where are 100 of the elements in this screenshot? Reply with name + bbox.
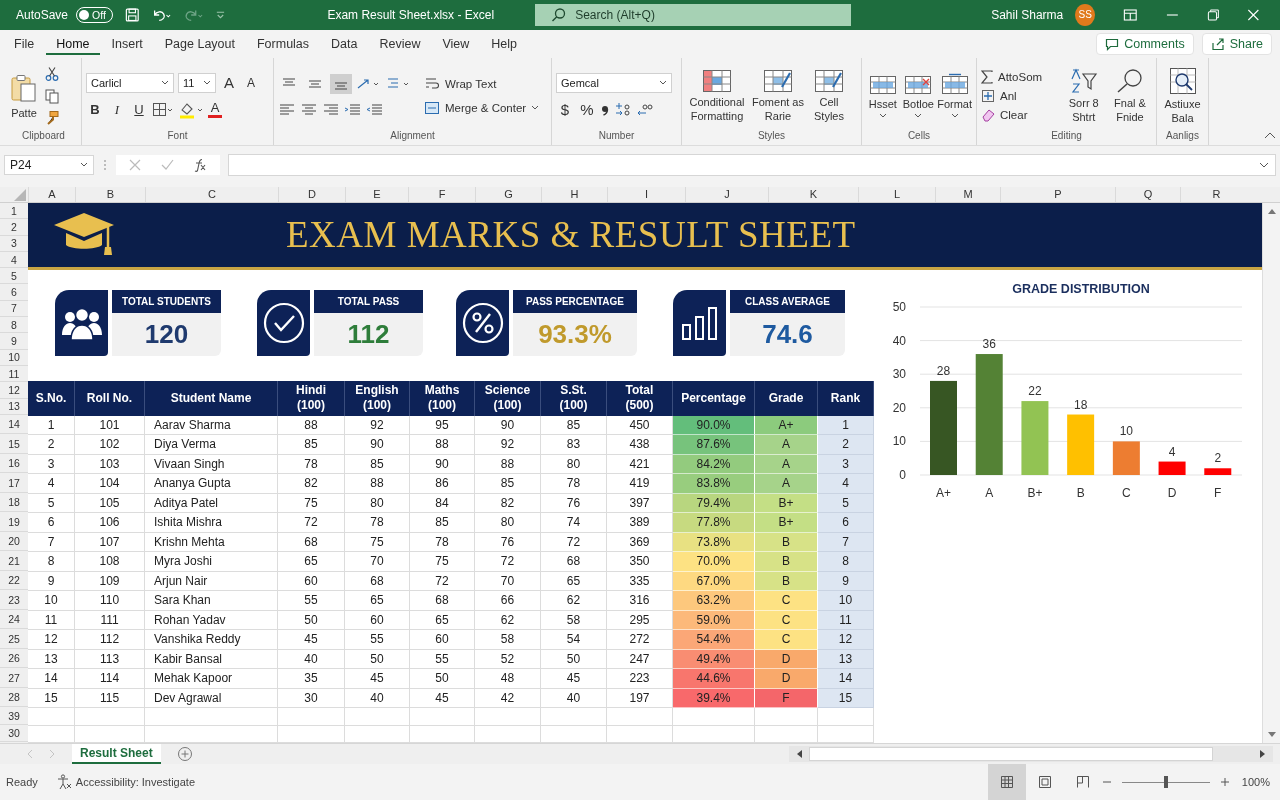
font-color-button[interactable]: A — [208, 101, 222, 119]
name-box[interactable]: P24 — [4, 155, 94, 176]
ribbon-tab[interactable]: Help — [481, 32, 528, 55]
bold-button[interactable]: B — [86, 102, 104, 118]
column-header[interactable]: Q — [1115, 187, 1180, 202]
close-icon[interactable] — [1247, 7, 1260, 22]
horizontal-scrollbar[interactable] — [788, 746, 1273, 762]
empty-cell[interactable] — [410, 708, 475, 726]
column-header[interactable]: A — [28, 187, 75, 202]
row-number[interactable]: 16 — [0, 453, 28, 474]
styles-button[interactable]: Foment as Rarie — [750, 68, 806, 123]
row-number[interactable]: 23 — [0, 590, 28, 610]
row-number[interactable]: 9 — [0, 333, 28, 350]
increase-decimal-icon[interactable] — [614, 101, 632, 118]
scroll-up-icon[interactable] — [1266, 207, 1277, 215]
collapse-icon[interactable] — [1264, 131, 1276, 140]
shrink-font-button[interactable]: A — [242, 75, 260, 90]
empty-cell[interactable] — [75, 708, 145, 726]
column-header[interactable]: H — [541, 187, 607, 202]
styles-button[interactable]: Conditional Formatting — [686, 68, 748, 123]
empty-cell[interactable] — [145, 708, 278, 726]
cancel-icon[interactable] — [128, 158, 142, 173]
column-header[interactable]: K — [768, 187, 858, 202]
restore-icon[interactable] — [1206, 7, 1220, 22]
comments-button[interactable]: Comments — [1096, 32, 1194, 55]
save-icon[interactable] — [124, 6, 140, 23]
row-number[interactable]: 27 — [0, 668, 28, 688]
ribbon-tab[interactable]: Formulas — [246, 32, 320, 55]
zoom-in-icon[interactable] — [1219, 777, 1230, 787]
column-header[interactable]: G — [475, 187, 541, 202]
ribbon-tab[interactable]: View — [432, 32, 480, 55]
add-sheet-icon[interactable] — [176, 746, 193, 762]
row-number[interactable]: 19 — [0, 512, 28, 532]
empty-cell[interactable] — [475, 708, 541, 726]
ribbon-tab[interactable]: Review — [369, 32, 431, 55]
font-name-field[interactable]: Carlicl — [86, 72, 174, 93]
row-number[interactable]: 24 — [0, 609, 28, 630]
scroll-right-icon[interactable] — [1258, 749, 1267, 759]
ribbon-tab[interactable]: Home — [46, 32, 100, 55]
row-number[interactable]: 30 — [0, 724, 28, 743]
row-number[interactable]: 28 — [0, 687, 28, 708]
column-header[interactable]: D — [278, 187, 345, 202]
row-number[interactable]: 17 — [0, 473, 28, 493]
row-number[interactable]: 22 — [0, 570, 28, 591]
decrease-decimal-icon[interactable] — [636, 101, 654, 118]
scroll-down-icon[interactable] — [1266, 731, 1277, 739]
empty-cell[interactable] — [607, 708, 673, 726]
row-number[interactable]: 15 — [0, 434, 28, 454]
column-header[interactable]: J — [685, 187, 768, 202]
percent-button[interactable]: % — [578, 101, 596, 119]
find-select-button[interactable]: Fnal & Fnide — [1107, 67, 1152, 124]
font-size-field[interactable]: 11 — [178, 72, 216, 93]
column-header[interactable]: I — [607, 187, 685, 202]
zoom-thumb[interactable] — [1163, 776, 1168, 788]
row-number[interactable]: 25 — [0, 629, 28, 649]
styles-button[interactable]: Cell Styles — [808, 68, 850, 123]
align-icon[interactable] — [300, 101, 318, 118]
align-icon[interactable] — [322, 101, 340, 118]
share-button[interactable]: Share — [1201, 32, 1272, 55]
copy-icon[interactable] — [44, 87, 60, 104]
empty-cell[interactable] — [278, 708, 345, 726]
row-number[interactable]: 8 — [0, 317, 28, 334]
column-header[interactable]: F — [408, 187, 475, 202]
row-number[interactable]: 7 — [0, 300, 28, 318]
fill-button[interactable]: Anl — [981, 88, 1060, 103]
column-header[interactable]: E — [345, 187, 408, 202]
row-number[interactable]: 6 — [0, 284, 28, 301]
merge-center-button[interactable]: Merge & Conter — [424, 99, 540, 116]
vertical-scrollbar[interactable] — [1262, 203, 1280, 743]
empty-cell[interactable] — [345, 708, 410, 726]
empty-cell[interactable] — [755, 708, 818, 726]
search-field[interactable]: Search (Alt+Q) — [535, 3, 852, 26]
align-button[interactable] — [330, 73, 352, 94]
empty-cell[interactable] — [818, 708, 874, 726]
borders-icon[interactable] — [152, 101, 174, 118]
ribbon-tab[interactable]: Data — [321, 32, 368, 55]
addin-button[interactable]: Astiuxe Bala — [1161, 66, 1204, 125]
row-number[interactable]: 10 — [0, 349, 28, 366]
row-number[interactable]: 39 — [0, 707, 28, 725]
clear-button[interactable]: Clear — [981, 107, 1060, 122]
row-number[interactable]: 11 — [0, 365, 28, 383]
row-number[interactable]: 21 — [0, 551, 28, 571]
ribbon-tab[interactable]: Page Layout — [154, 32, 245, 55]
autosum-button[interactable]: AttoSom — [981, 69, 1060, 84]
row-number[interactable]: 20 — [0, 531, 28, 552]
column-header[interactable]: R — [1180, 187, 1252, 202]
row-number[interactable]: 14 — [0, 414, 28, 435]
cells-button[interactable]: Botloe — [901, 72, 936, 119]
ribbon-tab[interactable]: File — [4, 32, 45, 55]
cells-button[interactable]: Hsset — [866, 72, 900, 119]
column-header[interactable]: B — [75, 187, 145, 202]
accessibility-button[interactable]: Accessibility: Investigate — [55, 774, 195, 790]
number-format-field[interactable]: Gemcal — [556, 73, 672, 94]
sheet-tab[interactable]: Result Sheet — [72, 744, 161, 764]
ribbon-display-icon[interactable] — [1123, 7, 1138, 22]
underline-button[interactable]: U — [130, 102, 148, 118]
empty-cell[interactable] — [673, 708, 755, 726]
formula-field[interactable] — [228, 154, 1276, 177]
scissors-icon[interactable] — [44, 65, 60, 82]
column-header[interactable]: P — [1000, 187, 1115, 202]
